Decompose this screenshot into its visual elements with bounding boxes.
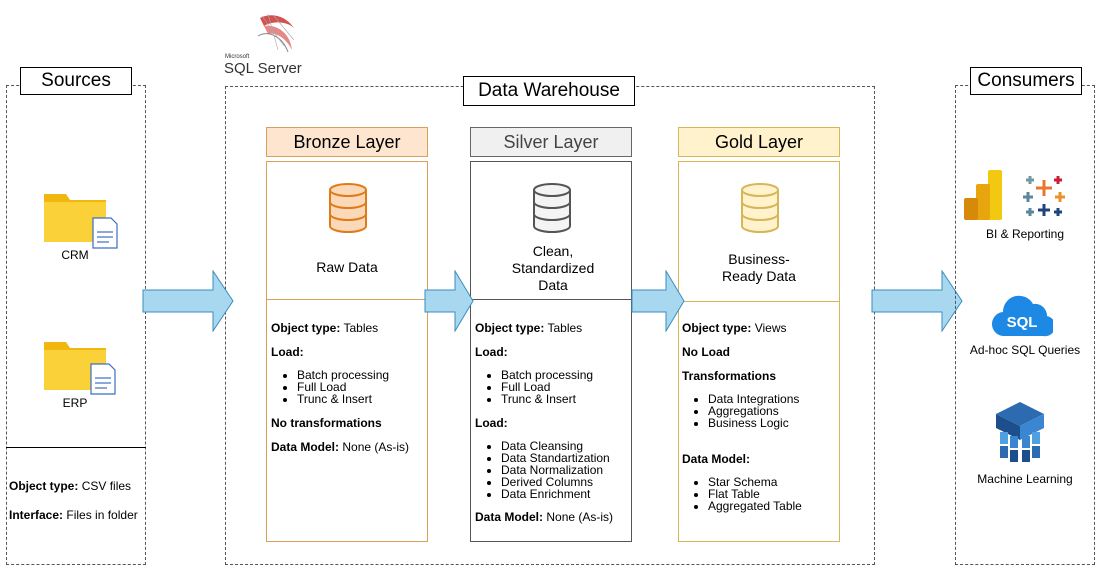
sources-title: Sources: [20, 67, 132, 95]
silver-data-model: Data Model: None (As-is): [475, 510, 614, 524]
silver-load-list: Batch processing Full Load Trunc & Inser…: [475, 369, 630, 405]
folder-icon: [44, 194, 118, 249]
sources-interface: Interface: Files in folder: [9, 508, 138, 522]
bronze-data-model: Data Model: None (As-is): [271, 440, 410, 454]
machine-learning-label: Machine Learning: [977, 472, 1073, 486]
list-item: Aggregated Table: [708, 500, 837, 512]
machine-learning-icon: [996, 402, 1044, 462]
bronze-divider: [266, 299, 428, 300]
bronze-load-list: Batch processing Full Load Trunc & Inser…: [271, 369, 426, 405]
gold-database-icon: [741, 183, 779, 233]
consumers-title: Consumers: [970, 67, 1082, 95]
list-item: Trunc & Insert: [297, 393, 426, 405]
crm-folder: [43, 190, 119, 250]
sql-icon-text: SQL: [1007, 314, 1038, 331]
sql-queries-label: Ad-hoc SQL Queries: [969, 343, 1081, 357]
silver-load-label: Load:: [475, 345, 508, 359]
bronze-description: Raw Data: [316, 259, 378, 275]
gold-divider: [678, 301, 840, 302]
arrow-warehouse-to-consumers: [871, 270, 963, 332]
list-item: Data Enrichment: [501, 488, 630, 500]
sources-divider: [6, 447, 146, 448]
bronze-database-icon: [329, 183, 367, 233]
sources-panel: [6, 85, 146, 565]
bronze-transform-label: No transformations: [271, 416, 382, 430]
sql-server-logo: Microsoft SQL Server: [222, 10, 312, 77]
sql-server-product: SQL Server: [224, 60, 302, 77]
list-item: Trunc & Insert: [501, 393, 630, 405]
gold-transform-list: Data Integrations Aggregations Business …: [682, 393, 837, 429]
silver-database-icon: [533, 183, 571, 233]
gold-load-label: No Load: [682, 345, 730, 359]
gold-transform-label: Transformations: [682, 369, 777, 383]
arrow-silver-to-gold: [631, 270, 685, 332]
silver-divider: [470, 299, 632, 300]
arrow-sources-to-bronze: [142, 270, 234, 332]
warehouse-title: Data Warehouse: [463, 76, 635, 106]
sql-server-swirl-icon: [257, 13, 295, 53]
bronze-layer-title: Bronze Layer: [266, 127, 428, 157]
gold-description: Business-Ready Data: [722, 251, 796, 284]
tableau-icon: [1023, 176, 1065, 216]
silver-description: Clean, Standardized Data: [511, 243, 595, 293]
gold-layer-title: Gold Layer: [678, 127, 840, 157]
bronze-info: Object type: Tables Load: Batch processi…: [271, 321, 426, 454]
sql-cloud-icon: SQL: [992, 295, 1053, 337]
gold-data-model-label: Data Model:: [682, 452, 751, 466]
bi-reporting-label: BI & Reporting: [985, 227, 1065, 241]
erp-label: ERP: [62, 396, 88, 410]
bronze-load-label: Load:: [271, 345, 304, 359]
list-item: Business Logic: [708, 417, 837, 429]
arrow-bronze-to-silver: [424, 270, 474, 332]
power-bi-icon: [964, 170, 1002, 220]
gold-model-list: Star Schema Flat Table Aggregated Table: [682, 476, 837, 512]
silver-info: Object type: Tables Load: Batch processi…: [475, 321, 630, 524]
sources-object-type: Object type: CSV files: [9, 479, 132, 493]
folder-icon: [44, 342, 116, 395]
erp-folder: [43, 338, 119, 398]
silver-transform-list: Data Cleansing Data Standartization Data…: [475, 440, 630, 500]
gold-info: Object type: Views No Load Transformatio…: [682, 321, 837, 512]
silver-object-type: Object type: Tables: [475, 321, 583, 335]
silver-layer-title: Silver Layer: [470, 127, 632, 157]
bronze-object-type: Object type: Tables: [271, 321, 379, 335]
gold-object-type: Object type: Views: [682, 321, 787, 335]
crm-label: CRM: [61, 248, 89, 262]
silver-transform-label: Load:: [475, 416, 508, 430]
